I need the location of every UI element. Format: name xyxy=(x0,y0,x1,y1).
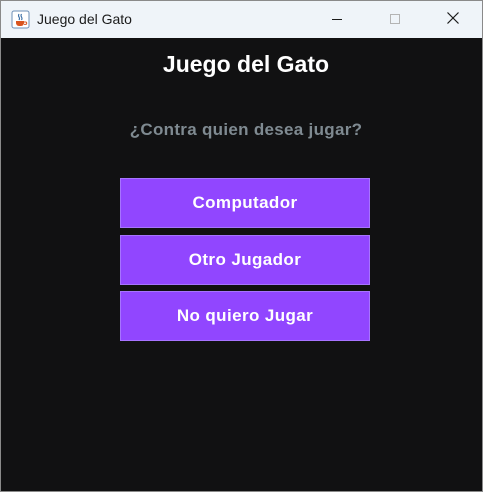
quit-button[interactable]: No quiero Jugar xyxy=(120,291,370,341)
maximize-icon xyxy=(389,10,401,29)
maximize-button[interactable] xyxy=(372,1,418,38)
java-cup-icon xyxy=(11,10,30,29)
main-panel: Juego del Gato ¿Contra quien desea jugar… xyxy=(1,38,482,491)
close-button[interactable] xyxy=(430,1,476,38)
title-bar[interactable]: Juego del Gato xyxy=(1,1,482,38)
page-title: Juego del Gato xyxy=(162,51,330,77)
minimize-button[interactable] xyxy=(314,1,360,38)
close-icon xyxy=(446,10,460,29)
app-window: Juego del Gato Juego del Gato ¿Contra qu… xyxy=(0,0,483,492)
computer-button[interactable]: Computador xyxy=(120,178,370,228)
window-title: Juego del Gato xyxy=(37,11,132,27)
minimize-icon xyxy=(331,10,343,29)
question-label: ¿Contra quien desea jugar? xyxy=(129,120,363,139)
other-player-button[interactable]: Otro Jugador xyxy=(120,235,370,285)
